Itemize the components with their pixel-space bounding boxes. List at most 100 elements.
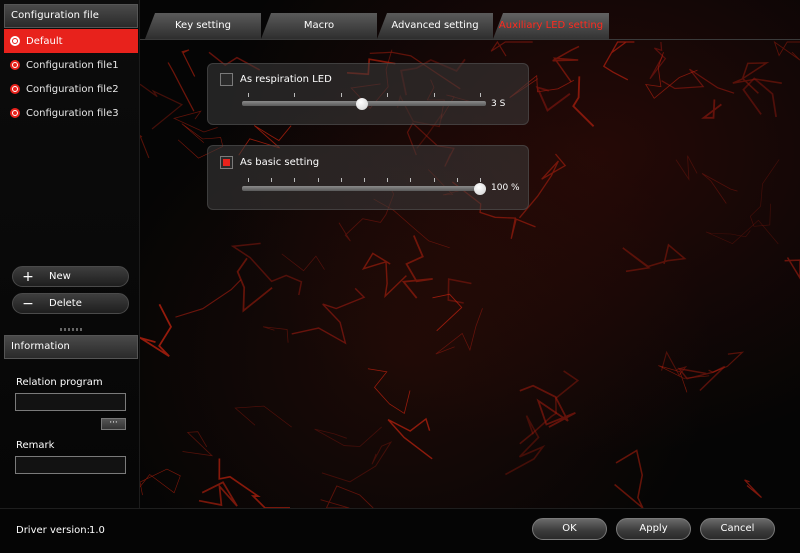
respiration-led-label: As respiration LED bbox=[240, 74, 332, 85]
config-item-label: Configuration file2 bbox=[26, 83, 119, 95]
crack-line bbox=[236, 257, 273, 313]
config-item-default[interactable]: Default bbox=[4, 29, 138, 53]
basic-setting-checkbox[interactable] bbox=[220, 156, 233, 169]
crack-line bbox=[140, 303, 173, 357]
crack-line bbox=[784, 257, 800, 280]
tab-advanced-setting[interactable]: Advanced setting bbox=[377, 13, 493, 39]
slider-tick bbox=[433, 178, 435, 182]
respiration-led-checkbox[interactable] bbox=[220, 73, 233, 86]
crack-line bbox=[701, 99, 722, 119]
crack-line bbox=[661, 68, 735, 94]
crack-line bbox=[181, 49, 196, 77]
crack-line bbox=[490, 40, 533, 57]
driver-version-label: Driver version: bbox=[16, 525, 90, 536]
slider-tick bbox=[294, 93, 296, 97]
config-icon bbox=[10, 84, 20, 94]
basic-setting-label: As basic setting bbox=[240, 157, 320, 168]
remark-input[interactable] bbox=[15, 456, 126, 474]
delete-config-button[interactable]: − Delete bbox=[12, 293, 129, 314]
slider-tick bbox=[317, 178, 319, 182]
browse-button[interactable]: ··· bbox=[101, 418, 126, 430]
crack-line bbox=[602, 41, 635, 81]
basic-slider-track[interactable] bbox=[242, 186, 486, 191]
information-header: Information bbox=[4, 335, 138, 359]
tab-key-setting[interactable]: Key setting bbox=[145, 13, 261, 39]
crack-line bbox=[552, 45, 580, 83]
crack-line bbox=[361, 252, 407, 299]
crack-line bbox=[262, 326, 289, 343]
crack-line bbox=[447, 278, 472, 304]
apply-button[interactable]: Apply bbox=[616, 518, 691, 540]
slider-tick bbox=[271, 178, 273, 182]
crack-line bbox=[675, 155, 698, 181]
slider-tick bbox=[480, 178, 481, 182]
config-item-file3[interactable]: Configuration file3 bbox=[4, 101, 138, 125]
crack-line bbox=[281, 253, 325, 272]
config-item-file2[interactable]: Configuration file2 bbox=[4, 77, 138, 101]
respiration-slider-thumb[interactable] bbox=[355, 98, 368, 110]
config-item-label: Default bbox=[26, 35, 63, 47]
basic-value: 100 % bbox=[491, 183, 520, 193]
crack-line bbox=[320, 485, 374, 508]
crack-line bbox=[701, 173, 738, 204]
tab-bar: Key setting Macro Advanced setting Auxil… bbox=[140, 0, 800, 40]
tab-auxiliary-led-setting[interactable]: Auxiliary LED setting bbox=[493, 13, 609, 39]
config-item-label: Configuration file1 bbox=[26, 59, 119, 71]
slider-tick bbox=[340, 93, 342, 97]
crack-line bbox=[744, 479, 762, 499]
minus-icon: − bbox=[22, 295, 34, 312]
crack-line bbox=[435, 308, 483, 355]
main-panel: Key setting Macro Advanced setting Auxil… bbox=[140, 0, 800, 508]
slider-tick bbox=[433, 93, 435, 97]
respiration-slider-ticks bbox=[242, 93, 486, 98]
crack-line bbox=[140, 83, 184, 130]
ok-button[interactable]: OK bbox=[532, 518, 607, 540]
config-item-label: Configuration file3 bbox=[26, 107, 119, 119]
basic-slider-thumb[interactable] bbox=[474, 183, 486, 195]
footer-bar: Driver version: 1.0 OK Apply Cancel bbox=[0, 508, 800, 553]
slider-tick bbox=[364, 178, 365, 182]
new-button-label: New bbox=[49, 271, 71, 282]
delete-button-label: Delete bbox=[49, 298, 82, 309]
splitter-handle[interactable] bbox=[60, 328, 82, 331]
cancel-button[interactable]: Cancel bbox=[700, 518, 775, 540]
crack-line bbox=[644, 52, 698, 99]
crack-line bbox=[175, 279, 242, 318]
crack-line bbox=[140, 468, 181, 496]
crack-line bbox=[732, 62, 782, 94]
slider-tick bbox=[480, 93, 481, 97]
crack-line bbox=[198, 481, 238, 507]
config-icon bbox=[10, 60, 20, 70]
crack-line bbox=[705, 219, 779, 245]
slider-tick bbox=[410, 178, 412, 182]
crack-line bbox=[622, 243, 687, 273]
driver-version-value: 1.0 bbox=[89, 525, 105, 536]
relation-program-label: Relation program bbox=[16, 377, 103, 388]
crack-line bbox=[773, 40, 800, 61]
crack-line bbox=[614, 449, 644, 508]
relation-program-input[interactable] bbox=[15, 393, 126, 411]
respiration-led-card: As respiration LED 3 S bbox=[207, 63, 529, 125]
slider-tick bbox=[248, 93, 249, 97]
remark-label: Remark bbox=[16, 440, 55, 451]
slider-tick bbox=[387, 178, 389, 182]
crack-line bbox=[234, 405, 292, 428]
crack-line bbox=[708, 351, 745, 373]
slider-tick bbox=[294, 178, 296, 182]
slider-tick bbox=[456, 178, 458, 182]
new-config-button[interactable]: + New bbox=[12, 266, 129, 287]
crack-line bbox=[572, 76, 595, 127]
configuration-list: Default Configuration file1 Configuratio… bbox=[4, 29, 138, 125]
config-item-file1[interactable]: Configuration file1 bbox=[4, 53, 138, 77]
crack-line bbox=[182, 431, 214, 457]
config-icon bbox=[10, 108, 20, 118]
slider-tick bbox=[387, 93, 389, 97]
crack-line bbox=[432, 293, 463, 332]
crack-line bbox=[749, 159, 780, 227]
crack-line bbox=[291, 287, 366, 345]
crack-line bbox=[387, 417, 433, 460]
tab-macro[interactable]: Macro bbox=[261, 13, 377, 39]
crack-line bbox=[742, 77, 777, 118]
configuration-file-header: Configuration file bbox=[4, 4, 138, 28]
crack-line bbox=[367, 368, 411, 414]
